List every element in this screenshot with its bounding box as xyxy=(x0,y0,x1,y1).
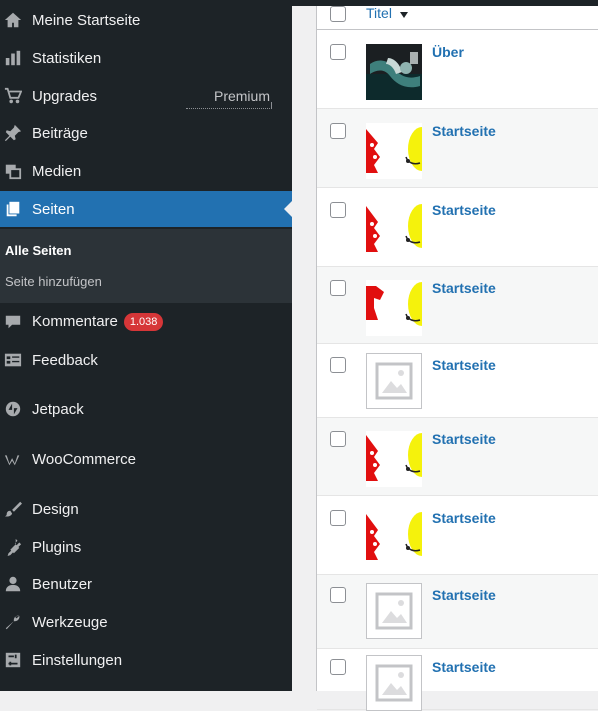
jetpack-icon xyxy=(3,399,23,419)
row-title-link[interactable]: Startseite xyxy=(432,659,496,675)
table-row: Startseite xyxy=(317,188,598,267)
menu-label: Benutzer xyxy=(32,575,93,593)
page-thumbnail[interactable] xyxy=(366,431,422,487)
pages-submenu: Alle Seiten Seite hinzufügen xyxy=(0,229,292,303)
row-title-link[interactable]: Startseite xyxy=(432,202,496,218)
menu-label: Medien xyxy=(32,162,82,180)
row-title-link[interactable]: Startseite xyxy=(432,280,496,296)
plugin-icon xyxy=(3,537,23,557)
row-title-link[interactable]: Startseite xyxy=(432,587,496,603)
feedback-icon xyxy=(3,350,23,370)
menu-label: Kommentare 1.038 xyxy=(32,313,164,332)
table-row: Startseite xyxy=(317,418,598,496)
comment-icon xyxy=(3,312,23,332)
paintbrush-icon xyxy=(3,499,23,519)
page-thumbnail[interactable] xyxy=(366,280,422,336)
row-checkbox[interactable] xyxy=(330,123,346,139)
menu-item-medien[interactable]: Medien xyxy=(0,153,292,189)
page-thumbnail[interactable] xyxy=(366,123,422,179)
row-title-link[interactable]: Startseite xyxy=(432,510,496,526)
comment-count-badge: 1.038 xyxy=(123,313,164,332)
menu-item-jetpack[interactable]: Jetpack xyxy=(0,391,292,427)
page-thumbnail[interactable] xyxy=(366,353,422,409)
menu-item-meine-startseite[interactable]: Meine Startseite xyxy=(0,2,292,38)
column-title-header[interactable]: Titel xyxy=(366,5,392,21)
row-checkbox[interactable] xyxy=(330,659,346,675)
submenu-seite-hinzufuegen[interactable]: Seite hinzufügen xyxy=(5,274,102,289)
row-checkbox[interactable] xyxy=(330,280,346,296)
menu-label: Statistiken xyxy=(32,49,102,67)
pages-icon xyxy=(3,199,23,219)
table-row: Über xyxy=(317,30,598,109)
menu-item-feedback[interactable]: Feedback xyxy=(0,342,292,378)
menu-label: Seiten xyxy=(32,200,75,218)
home-icon xyxy=(3,10,23,30)
menu-label: Upgrades xyxy=(32,87,98,105)
row-checkbox[interactable] xyxy=(330,510,346,526)
page-thumbnail[interactable] xyxy=(366,44,422,100)
menu-label: Beiträge xyxy=(32,124,88,142)
table-row: Startseite xyxy=(317,649,598,711)
stats-icon xyxy=(3,48,23,68)
row-checkbox[interactable] xyxy=(330,202,346,218)
menu-item-design[interactable]: Design xyxy=(0,491,292,527)
row-checkbox[interactable] xyxy=(330,44,346,60)
page-thumbnail[interactable] xyxy=(366,510,422,566)
row-title-link[interactable]: Über xyxy=(432,44,464,60)
cart-icon xyxy=(3,86,23,106)
page-thumbnail[interactable] xyxy=(366,655,422,711)
menu-label: Werkzeuge xyxy=(32,613,108,631)
table-row: Startseite xyxy=(317,496,598,575)
row-title-link[interactable]: Startseite xyxy=(432,431,496,447)
menu-item-werkzeuge[interactable]: Werkzeuge xyxy=(0,604,292,640)
select-all-checkbox[interactable] xyxy=(330,6,346,22)
row-title-link[interactable]: Startseite xyxy=(432,357,496,373)
sort-desc-icon xyxy=(400,12,408,18)
image-placeholder-icon xyxy=(366,583,422,639)
table-header: Titel xyxy=(317,5,598,30)
settings-icon xyxy=(3,650,23,670)
menu-label: Feedback xyxy=(32,351,98,369)
row-checkbox[interactable] xyxy=(330,357,346,373)
menu-item-beitraege[interactable]: Beiträge xyxy=(0,115,292,151)
menu-item-statistiken[interactable]: Statistiken xyxy=(0,40,292,109)
menu-label: Meine Startseite xyxy=(32,11,141,29)
woocommerce-icon xyxy=(3,449,23,469)
menu-label: Jetpack xyxy=(32,400,84,418)
table-row: Startseite xyxy=(317,344,598,418)
premium-label: Premium xyxy=(213,88,270,104)
pages-list-table: Titel Über Startseite Startseite Startse… xyxy=(316,5,598,711)
page-thumbnail[interactable] xyxy=(366,202,422,258)
menu-item-kommentare[interactable]: Kommentare 1.038 xyxy=(0,304,292,340)
wrench-icon xyxy=(3,612,23,632)
table-row: Startseite xyxy=(317,267,598,344)
user-icon xyxy=(3,574,23,594)
menu-label: WooCommerce xyxy=(32,450,136,468)
menu-item-seiten[interactable]: Seiten xyxy=(0,191,292,227)
submenu-alle-seiten[interactable]: Alle Seiten xyxy=(5,243,71,258)
menu-item-upgrades[interactable]: Upgrades Premium xyxy=(0,78,292,114)
image-placeholder-icon xyxy=(366,655,422,711)
menu-item-woocommerce[interactable]: WooCommerce xyxy=(0,441,292,477)
table-row: Startseite xyxy=(317,109,598,188)
menu-item-einstellungen[interactable]: Einstellungen xyxy=(0,642,292,678)
menu-label: Einstellungen xyxy=(32,651,123,669)
menu-item-benutzer[interactable]: Benutzer xyxy=(0,566,292,602)
admin-sidebar: Meine Startseite Statistiken Upgrades Pr… xyxy=(0,0,292,691)
menu-label: Plugins xyxy=(32,538,82,556)
row-checkbox[interactable] xyxy=(330,431,346,447)
media-icon xyxy=(3,161,23,181)
image-placeholder-icon xyxy=(366,353,422,409)
table-row: Startseite xyxy=(317,575,598,649)
menu-item-plugins[interactable]: Plugins xyxy=(0,529,292,565)
menu-label: Design xyxy=(32,500,79,518)
pushpin-icon xyxy=(3,123,23,143)
page-thumbnail[interactable] xyxy=(366,583,422,639)
row-checkbox[interactable] xyxy=(330,587,346,603)
row-title-link[interactable]: Startseite xyxy=(432,123,496,139)
